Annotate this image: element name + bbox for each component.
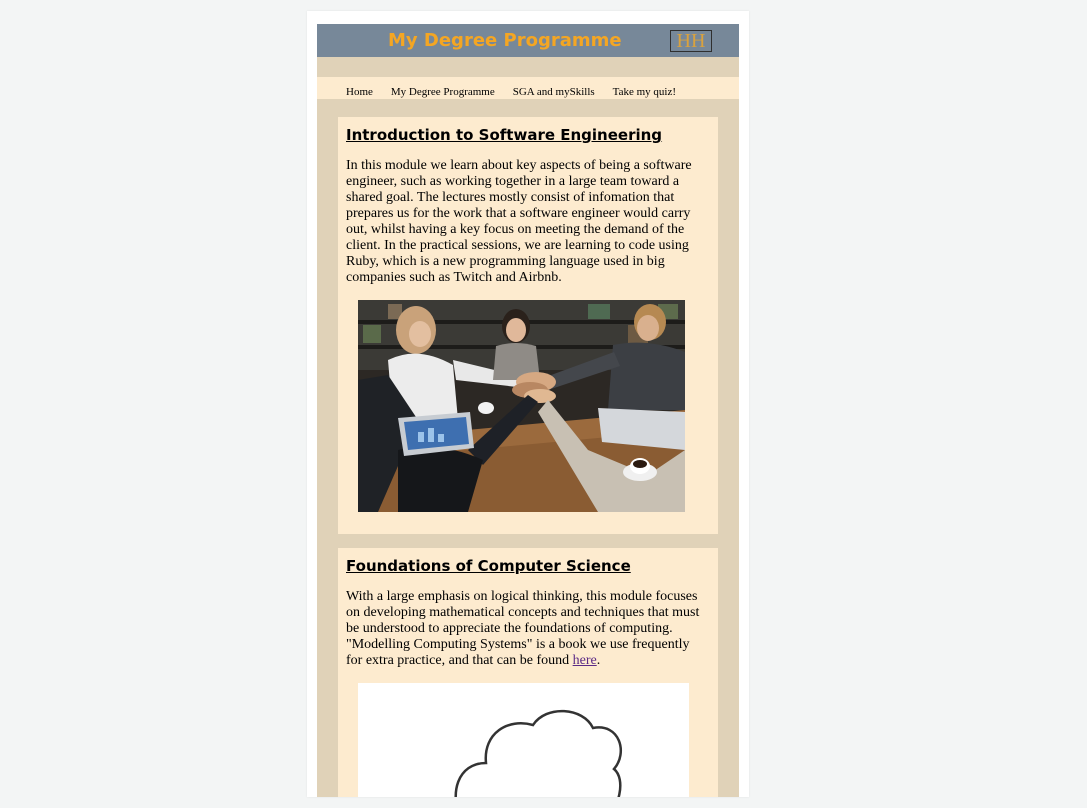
page: My Degree Programme HH Home My Degree Pr… [307, 11, 749, 797]
module-description-end: . [596, 653, 601, 668]
module-title: Introduction to Software Engineering [346, 126, 663, 144]
nav-link-home[interactable]: Home [346, 86, 373, 98]
site-title: My Degree Programme [388, 30, 622, 51]
nav-link-quiz[interactable]: Take my quiz! [613, 86, 676, 98]
nav-list: Home My Degree Programme SGA and mySkill… [346, 82, 690, 100]
content-frame: My Degree Programme HH Home My Degree Pr… [317, 24, 739, 797]
module-description-text: With a large emphasis on logical thinkin… [346, 589, 700, 668]
teamwork-photo [358, 300, 685, 512]
nav-link-sga-myskills[interactable]: SGA and mySkills [513, 86, 595, 98]
module-card-foundations-cs: Foundations of Computer Science With a l… [338, 548, 718, 797]
book-link[interactable]: here [573, 653, 597, 668]
nav-bar: Home My Degree Programme SGA and mySkill… [317, 77, 739, 99]
module-card-software-engineering: Introduction to Software Engineering In … [338, 117, 718, 534]
module-description: In this module we learn about key aspect… [346, 158, 692, 285]
nav-link-degree-programme[interactable]: My Degree Programme [391, 86, 495, 98]
module-title: Foundations of Computer Science [346, 557, 631, 575]
site-header: My Degree Programme HH [317, 24, 739, 57]
hh-logo[interactable]: HH [670, 30, 712, 52]
cloud-illustration [358, 683, 689, 797]
module-description: With a large emphasis on logical thinkin… [346, 589, 706, 669]
